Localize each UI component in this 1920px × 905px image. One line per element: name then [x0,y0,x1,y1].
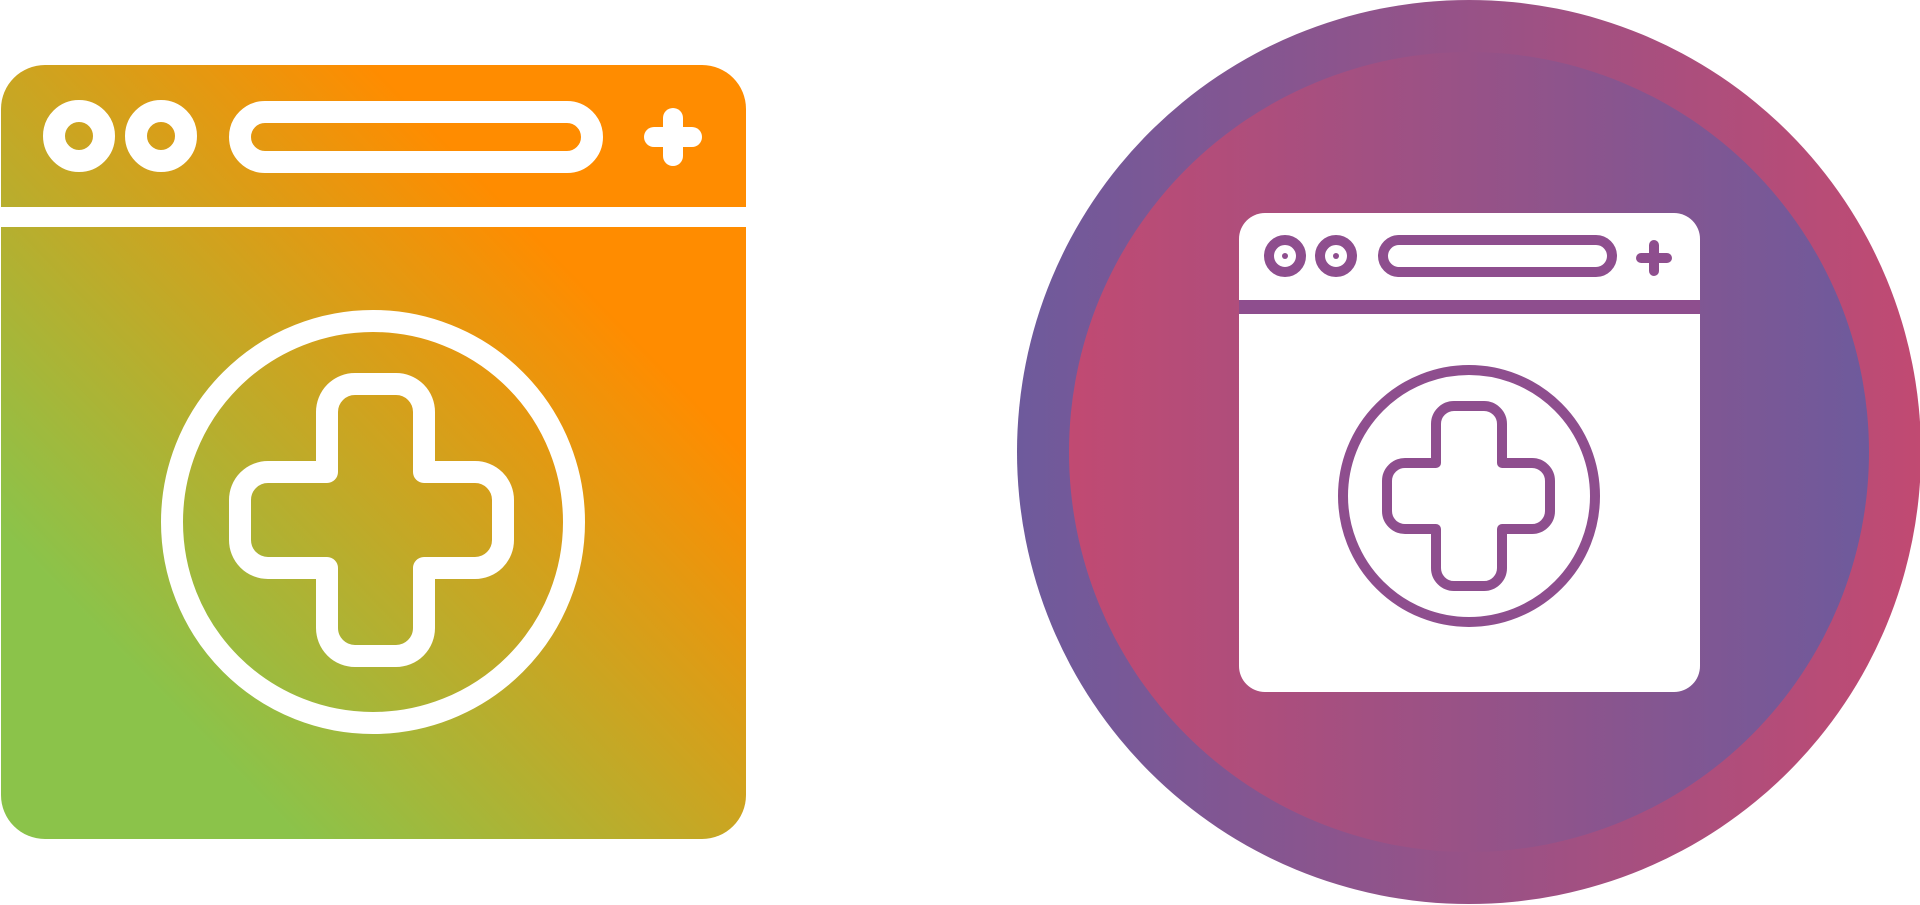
browser-medical-icon [0,65,748,839]
titlebar-divider [1239,300,1700,314]
browser-medical-icon-badge [1000,0,1920,905]
titlebar-divider [0,207,748,227]
browser-medical-icon-gradient [0,0,760,905]
browser-medical-icon [1017,0,1920,904]
